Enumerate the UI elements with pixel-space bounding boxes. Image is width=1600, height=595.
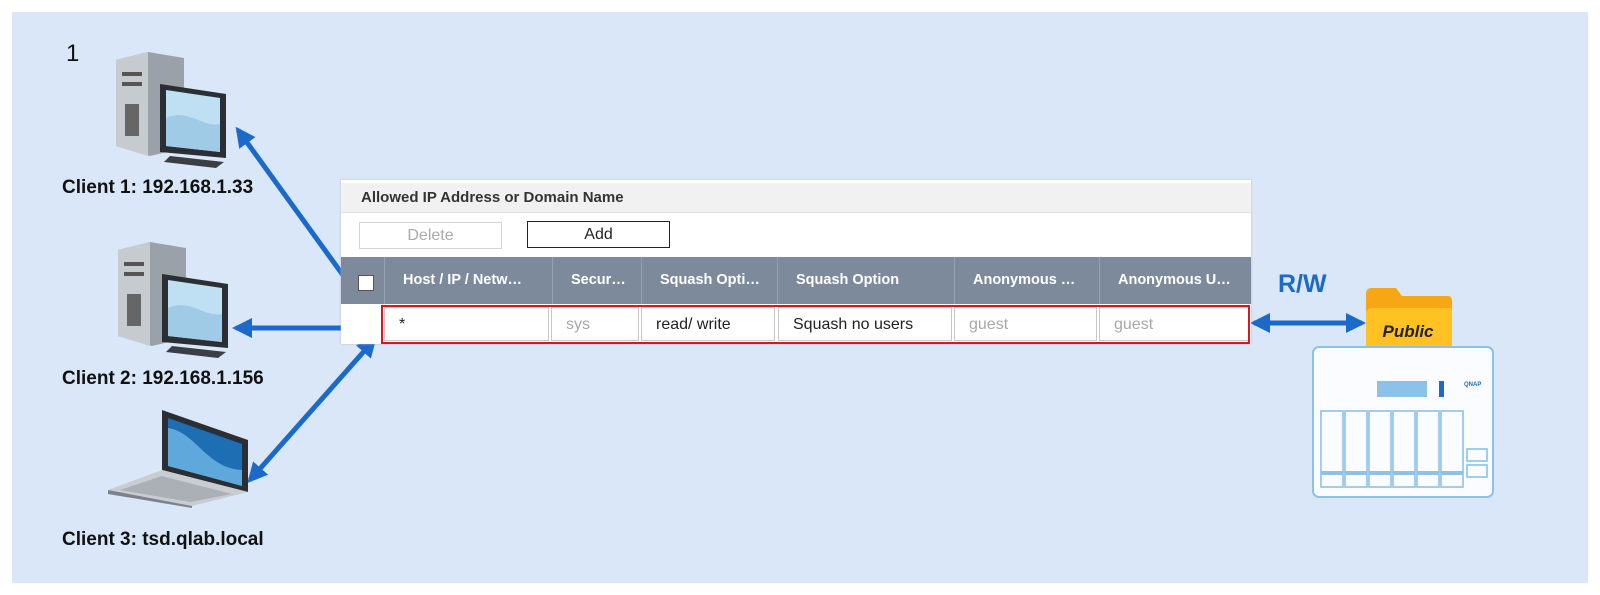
column-anonymous-gid[interactable]: Anonymous …: [954, 257, 1099, 304]
column-squash-option[interactable]: Squash Option: [777, 257, 954, 304]
client-1-label: Client 1: 192.168.1.33: [62, 177, 254, 198]
desktop-computer-icon: [118, 242, 228, 358]
column-security[interactable]: Secur…: [552, 257, 641, 304]
panel-title: Allowed IP Address or Domain Name: [341, 183, 1251, 213]
nas-brand: QNAP: [1464, 382, 1481, 388]
add-button[interactable]: Add: [527, 221, 670, 248]
laptop-icon: [108, 410, 248, 508]
column-host[interactable]: Host / IP / Netw…: [384, 257, 552, 304]
nas-device-icon: QNAP: [1312, 346, 1494, 498]
column-anonymous-uid[interactable]: Anonymous U…: [1099, 257, 1251, 304]
client-2-label: Client 2: 192.168.1.156: [62, 368, 264, 389]
desktop-computer-icon: [116, 52, 226, 168]
client-3-label: Client 3: tsd.qlab.local: [62, 529, 264, 550]
column-squash-permission[interactable]: Squash Opti…: [641, 257, 777, 304]
delete-button[interactable]: Delete: [359, 222, 502, 249]
client3-arrow: [247, 337, 377, 483]
folder-name: Public: [1382, 322, 1434, 341]
select-all-checkbox[interactable]: [358, 275, 374, 291]
table-header: Host / IP / Netw… Secur… Squash Opti… Sq…: [341, 257, 1251, 304]
row-highlight: [381, 305, 1250, 344]
access-label: R/W: [1278, 270, 1327, 298]
